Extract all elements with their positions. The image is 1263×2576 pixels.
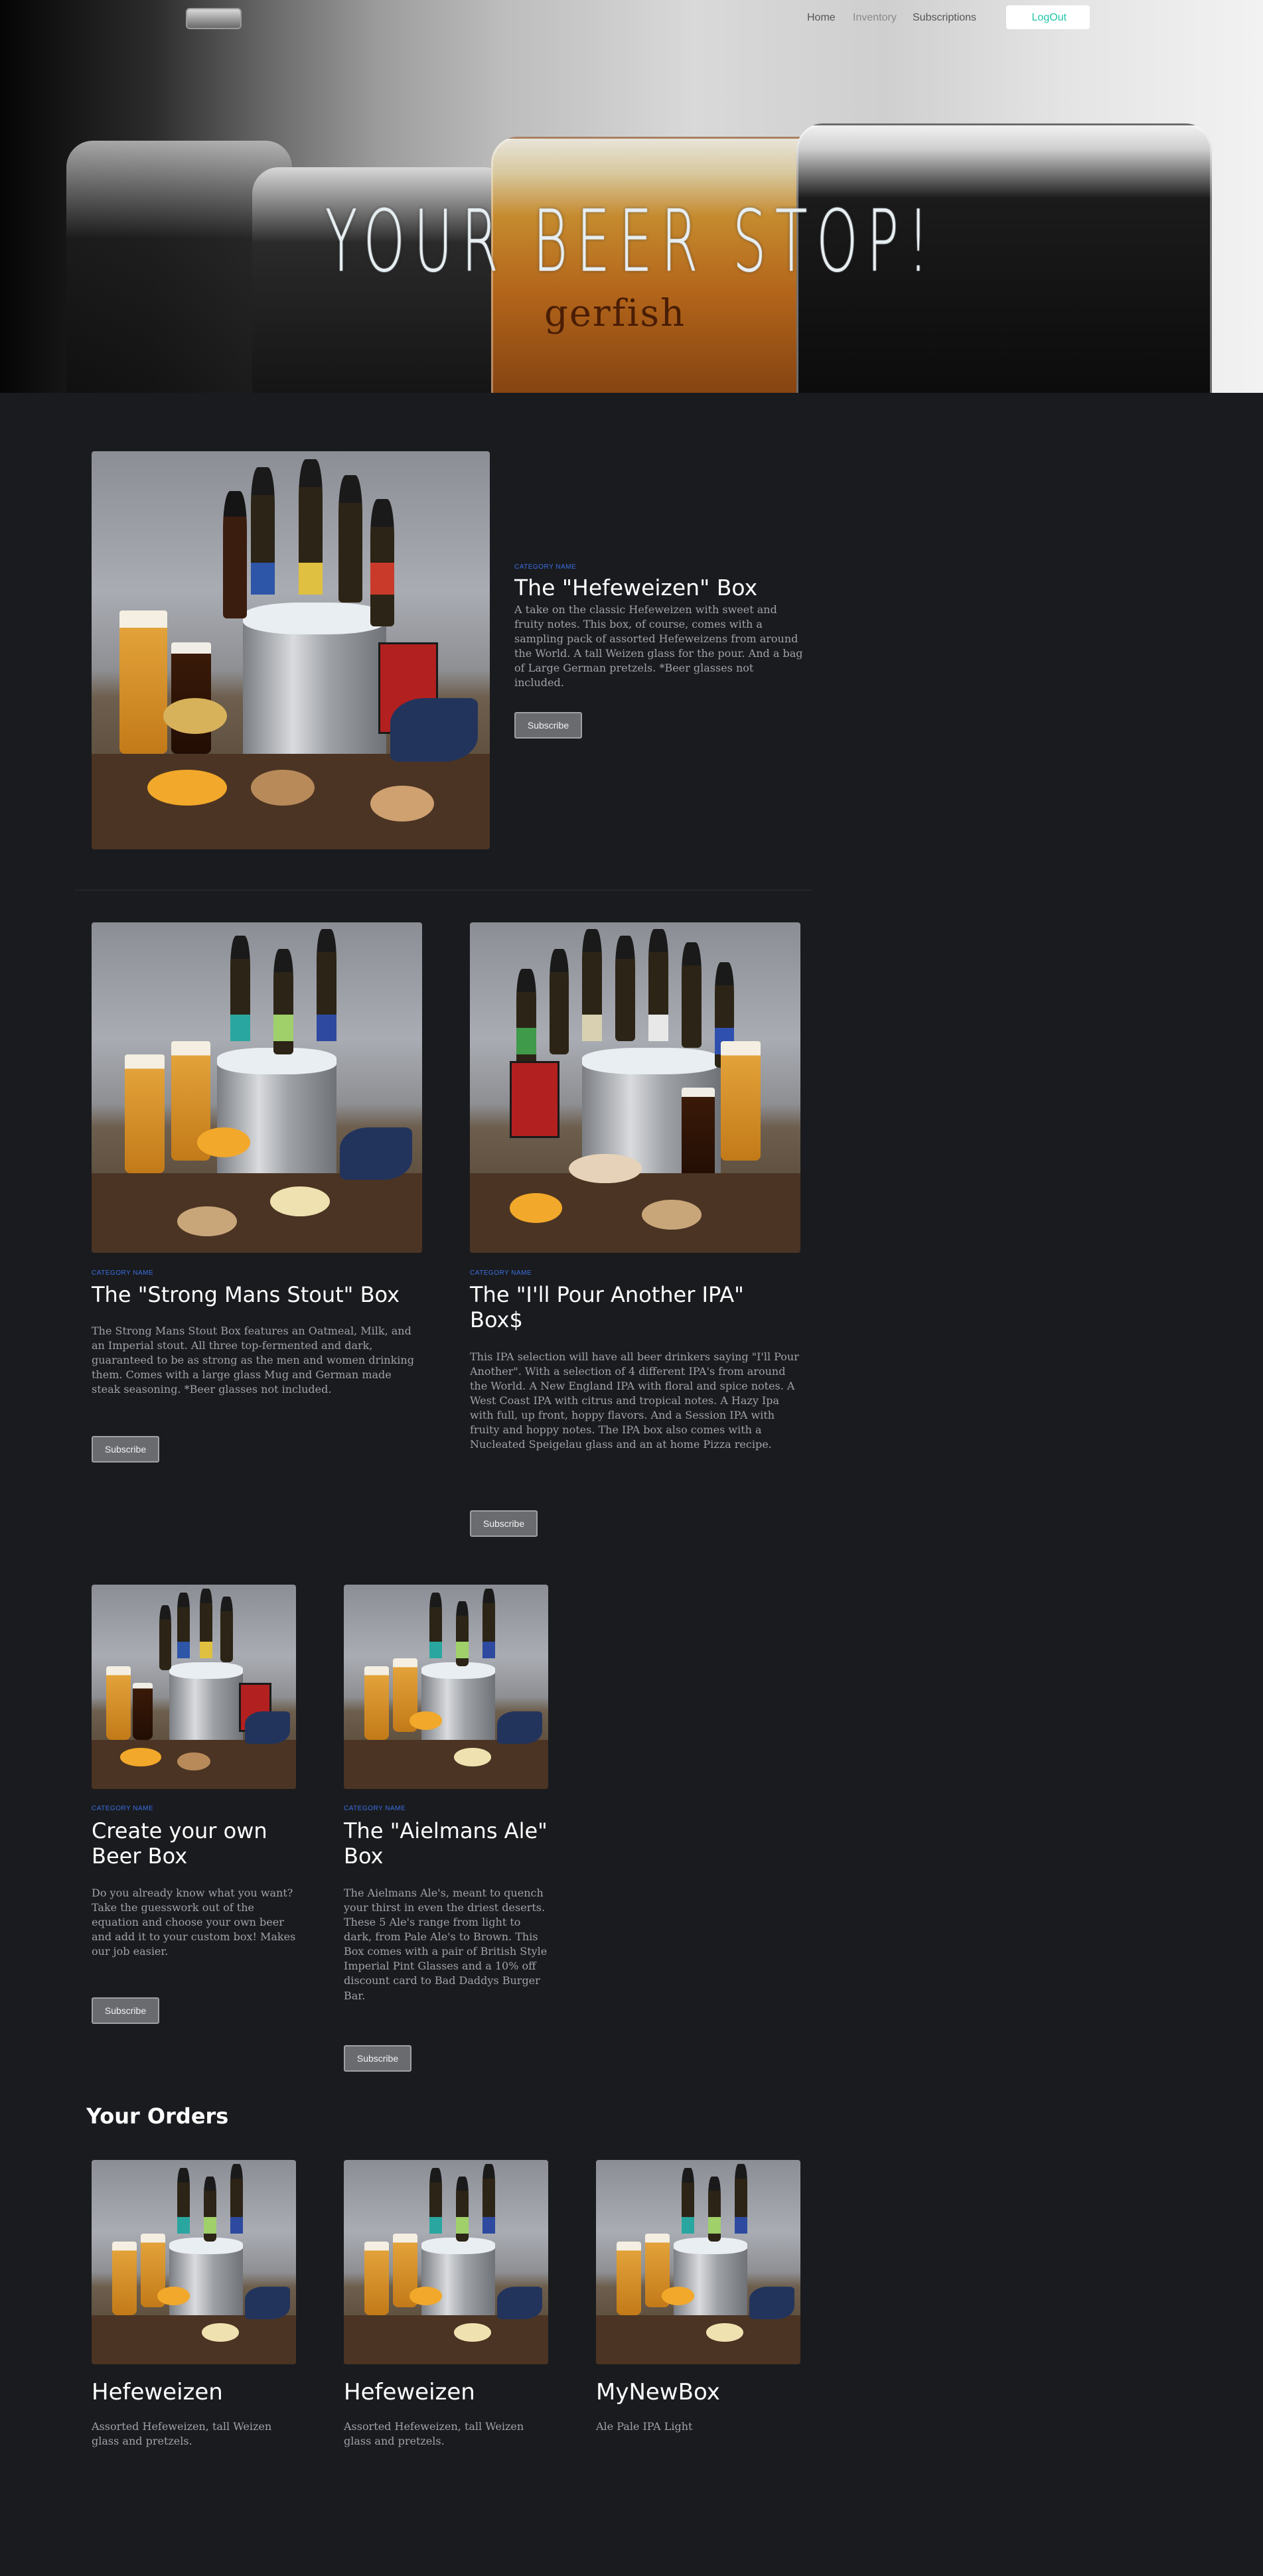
nav-subscriptions-link[interactable]: Subscriptions <box>913 12 976 24</box>
product-image-ipa <box>470 922 800 1253</box>
section-divider <box>74 890 812 891</box>
category-label: CATEGORY NAME <box>92 1805 154 1812</box>
subscribe-button[interactable]: Subscribe <box>344 2045 411 2072</box>
product-description: This IPA selection will have all beer dr… <box>470 1350 799 1451</box>
category-label: CATEGORY NAME <box>92 1269 154 1277</box>
nav-home-link[interactable]: Home <box>807 12 836 24</box>
order-image <box>344 2160 548 2364</box>
product-description: The Aielmans Ale's, meant to quench your… <box>344 1887 548 2002</box>
category-label: CATEGORY NAME <box>344 1805 406 1812</box>
product-image-hefeweizen <box>92 451 490 849</box>
subscribe-button[interactable]: Subscribe <box>514 712 582 739</box>
nav-inventory-link[interactable]: Inventory <box>853 12 897 24</box>
product-image-aielmans-ale <box>344 1585 548 1789</box>
product-title: The "I'll Pour Another IPA" Box$ <box>470 1282 744 1333</box>
product-description: The Strong Mans Stout Box features an Oa… <box>92 1324 414 1396</box>
logout-button[interactable]: LogOut <box>1006 5 1090 29</box>
category-label: CATEGORY NAME <box>470 1269 532 1277</box>
subscribe-button[interactable]: Subscribe <box>470 1510 538 1537</box>
product-description: A take on the classic Hefeweizen with sw… <box>514 603 803 689</box>
product-image-create-your-own <box>92 1585 296 1789</box>
order-description: Assorted Hefeweizen, tall Weizen glass a… <box>344 2420 524 2448</box>
hero-banner: gerfish YOUR BEER STOP! Home Inventory S… <box>0 0 1263 393</box>
order-image <box>92 2160 296 2364</box>
product-description: Do you already know what you want? Take … <box>92 1887 296 1958</box>
product-image-stout <box>92 922 422 1253</box>
product-title: The "Strong Mans Stout" Box <box>92 1282 400 1307</box>
product-title: The "Hefeweizen" Box <box>514 575 758 601</box>
category-label: CATEGORY NAME <box>514 563 577 571</box>
order-title: Hefeweizen <box>344 2379 475 2405</box>
subscribe-button[interactable]: Subscribe <box>92 1997 159 2024</box>
orders-heading: Your Orders <box>86 2104 229 2129</box>
product-title: Create your own Beer Box <box>92 1818 267 1869</box>
glass-print-text: gerfish <box>544 292 686 335</box>
order-description: Ale Pale IPA Light <box>596 2420 693 2433</box>
order-title: Hefeweizen <box>92 2379 223 2405</box>
hero-title: YOUR BEER STOP! <box>325 192 938 291</box>
order-title: MyNewBox <box>596 2379 720 2405</box>
product-title: The "Aielmans Ale" Box <box>344 1818 548 1869</box>
subscribe-button[interactable]: Subscribe <box>92 1436 159 1463</box>
order-description: Assorted Hefeweizen, tall Weizen glass a… <box>92 2420 272 2448</box>
site-logo[interactable] <box>186 8 242 29</box>
order-image <box>596 2160 800 2364</box>
